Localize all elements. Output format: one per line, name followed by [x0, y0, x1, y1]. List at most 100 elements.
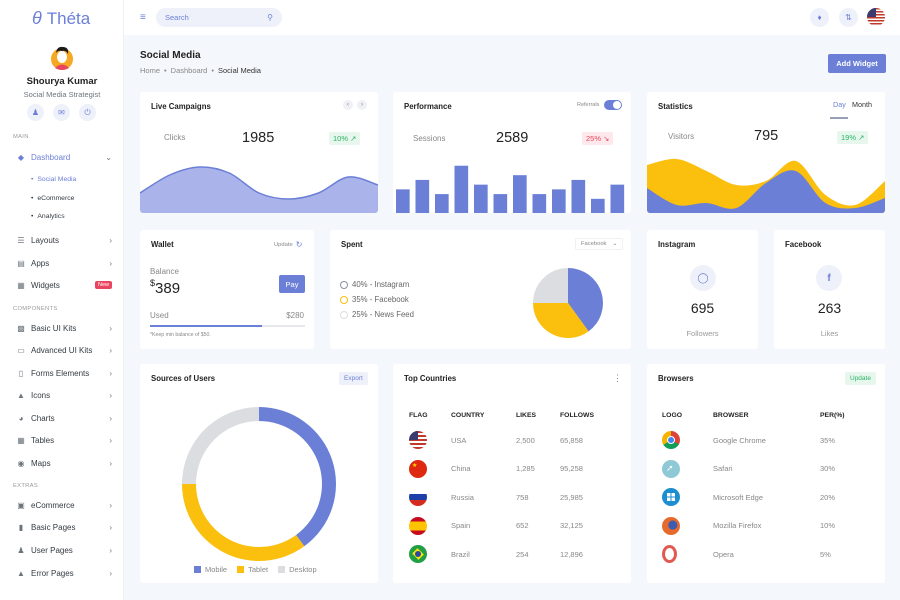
mail-icon[interactable]: ✉	[53, 104, 70, 121]
sidebar-item-icons[interactable]: ▲ Icons ›	[16, 388, 112, 402]
sidebar-item-ecommerce[interactable]: ▣ eCommerce ›	[16, 498, 112, 512]
stat-label: Visitors	[668, 132, 695, 141]
sidebar-item-layouts[interactable]: ☰ Layouts ›	[16, 233, 112, 247]
chevron-down-icon: ⌄	[612, 241, 618, 247]
sidebar-item-advanced-ui-kits[interactable]: ▭ Advanced UI Kits ›	[16, 343, 112, 357]
chevron-right-icon: ›	[109, 390, 112, 400]
logo[interactable]: θ Théta	[32, 8, 90, 29]
table-row[interactable]: USA 2,500 65,858	[409, 426, 619, 455]
sidebar-subitem-social-media[interactable]: • Social Media	[31, 176, 76, 183]
legend-item: 35% - Facebook	[340, 295, 409, 304]
spent-source-select[interactable]: Facebook ⌄	[575, 238, 624, 250]
bar-2	[415, 179, 430, 213]
table-row[interactable]: Opera 5%	[662, 540, 872, 569]
export-button[interactable]: Export	[339, 372, 368, 385]
used-progress-bar	[150, 325, 305, 327]
sidebar-item-basic-pages[interactable]: ▮ Basic Pages ›	[16, 520, 112, 534]
browser-name: Microsoft Edge	[713, 492, 764, 502]
sidebar-item-apps[interactable]: ▤ Apps ›	[16, 256, 112, 270]
bell-icon[interactable]: ♦	[810, 8, 829, 27]
table-header-row: FLAG COUNTRY LIKES FOLLOWS	[409, 404, 619, 426]
tab-month[interactable]: Month	[852, 100, 872, 109]
sidebar-item-label: Widgets	[31, 280, 60, 290]
page-title: Social Media	[140, 50, 201, 61]
browsers-update-button[interactable]: Update	[845, 372, 876, 385]
stat-value: 795	[754, 128, 779, 144]
sidebar-subitem-ecommerce[interactable]: • eCommerce	[31, 195, 74, 202]
table-row[interactable]: Russia 758 25,985	[409, 483, 619, 512]
power-icon[interactable]: ⏻	[79, 104, 96, 121]
change-badge: 19% ↗	[837, 131, 869, 144]
table-row[interactable]: Spain 652 32,125	[409, 512, 619, 541]
chevron-right-icon[interactable]: ›	[357, 100, 367, 110]
stat-value: 2589	[496, 130, 529, 146]
bar-10	[571, 179, 586, 213]
sidebar-item-label: Error Pages	[31, 568, 74, 578]
chevron-left-icon[interactable]: ‹	[343, 100, 353, 110]
country-name: Russia	[451, 492, 474, 502]
search-icon[interactable]: ⚲	[267, 13, 273, 22]
browsers-table: LOGO BROWSER PER(%) Google Chrome 35% ➚ …	[662, 404, 872, 569]
search-input[interactable]	[165, 13, 255, 22]
add-widget-button[interactable]: Add Widget	[828, 54, 886, 73]
table-row[interactable]: Brazil 254 12,896	[409, 540, 619, 569]
stat-value: 1985	[242, 130, 275, 146]
nav-section-main: MAIN	[13, 134, 29, 140]
sidebar-item-label: Advanced UI Kits	[31, 345, 93, 355]
sidebar-item-dashboard[interactable]: ◆ Dashboard ⌄	[16, 150, 112, 164]
chevron-right-icon: ›	[109, 435, 112, 445]
instagram-icon: ◯	[690, 265, 716, 291]
sidebar-subitem-label: Social Media	[37, 176, 77, 183]
referrals-toggle[interactable]	[604, 100, 622, 110]
bar-1	[396, 189, 410, 213]
sidebar-item-basic-ui-kits[interactable]: ▩ Basic UI Kits ›	[16, 321, 112, 335]
card-title: Instagram	[658, 240, 696, 249]
table-row[interactable]: ★ China 1,285 95,258	[409, 455, 619, 484]
likes-label: Likes	[820, 329, 839, 338]
top-countries-card: Top Countries ⋮ FLAG COUNTRY LIKES FOLLO…	[393, 364, 631, 583]
sidebar-item-tables[interactable]: ▦ Tables ›	[16, 433, 112, 447]
bullet-icon: •	[31, 213, 34, 220]
menu-toggle-icon[interactable]: ≡	[140, 12, 146, 23]
new-badge: New	[94, 281, 112, 289]
wallet-update-button[interactable]: Update ↻	[274, 240, 302, 249]
table-row[interactable]: Mozilla Firefox 10%	[662, 512, 872, 541]
card-title: Facebook	[785, 240, 822, 249]
breadcrumb-separator: •	[211, 66, 214, 75]
card-title: Statistics	[658, 102, 693, 111]
select-value: Facebook	[581, 241, 607, 247]
table-row[interactable]: Microsoft Edge 20%	[662, 483, 872, 512]
sidebar-subitem-analytics[interactable]: • Analytics	[31, 213, 65, 220]
profile-icon[interactable]: ♟	[27, 104, 44, 121]
settings-sliders-icon[interactable]: ⇅	[839, 8, 858, 27]
browser-percent: 10%	[820, 521, 836, 531]
pay-button[interactable]: Pay	[279, 275, 305, 293]
sidebar-item-user-pages[interactable]: ♟ User Pages ›	[16, 543, 112, 557]
advanced-ui-icon: ▭	[17, 345, 25, 355]
search-box[interactable]: ⚲	[156, 8, 282, 27]
browser-percent: 30%	[820, 464, 836, 474]
more-vertical-icon[interactable]: ⋮	[613, 373, 622, 384]
table-row[interactable]: ➚ Safari 30%	[662, 455, 872, 484]
browser-name: Mozilla Firefox	[713, 521, 762, 531]
breadcrumb-home[interactable]: Home	[140, 66, 160, 75]
toggle-label: Referrals	[577, 102, 600, 108]
tab-day[interactable]: Day	[833, 100, 846, 109]
chevron-right-icon: ›	[109, 235, 112, 245]
breadcrumb-dashboard[interactable]: Dashboard	[171, 66, 208, 75]
chrome-logo-icon	[662, 431, 680, 450]
likes-value: 254	[516, 549, 529, 559]
sidebar-item-widgets[interactable]: ▦ Widgets New	[16, 278, 112, 292]
sidebar-item-error-pages[interactable]: ▲ Error Pages ›	[16, 566, 112, 580]
table-row[interactable]: Google Chrome 35%	[662, 426, 872, 455]
used-progress-fill	[150, 325, 262, 327]
bullet-icon: •	[31, 176, 34, 183]
avatar[interactable]	[50, 44, 74, 72]
sidebar-item-forms-elements[interactable]: ▯ Forms Elements ›	[16, 366, 112, 380]
legend-swatch	[278, 566, 286, 573]
bar-3	[435, 194, 449, 213]
sidebar-item-maps[interactable]: ◉ Maps ›	[16, 456, 113, 470]
spent-pie-chart	[533, 268, 603, 338]
us-flag-icon[interactable]	[867, 8, 885, 26]
sidebar-item-charts[interactable]: ◕ Charts ›	[16, 411, 112, 425]
